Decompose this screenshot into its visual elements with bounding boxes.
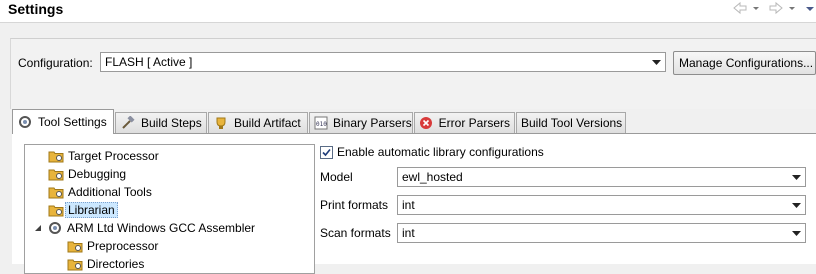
tab-build-steps[interactable]: Build Steps xyxy=(115,112,207,133)
configuration-value: FLASH [ Active ] xyxy=(105,55,193,69)
configuration-label: Configuration: xyxy=(18,56,93,70)
gears-icon xyxy=(17,114,33,130)
gears-icon xyxy=(49,222,61,234)
view-menu-icon xyxy=(806,7,814,11)
settings-tabs: Tool Settings Build Steps Build Artifact… xyxy=(12,109,816,134)
back-button[interactable] xyxy=(732,0,748,16)
folder-gear-icon xyxy=(48,205,64,217)
tree-item-label: Directories xyxy=(87,257,145,271)
model-select[interactable]: ewl_hosted xyxy=(397,167,806,187)
enable-library-config-row: Enable automatic library configurations xyxy=(320,145,544,159)
tree-item-label: Target Processor xyxy=(68,149,159,163)
manage-configurations-button[interactable]: Manage Configurations... xyxy=(673,51,816,75)
tab-label: Build Steps xyxy=(141,116,202,130)
chevron-down-icon xyxy=(792,175,801,180)
folder-gear-icon xyxy=(48,151,64,163)
back-history-dropdown[interactable] xyxy=(752,0,760,16)
tree-item-label: ARM Ltd Windows GCC Assembler xyxy=(67,221,256,235)
forward-arrow-icon xyxy=(769,1,783,15)
tab-label: Build Artifact xyxy=(234,116,301,130)
forward-button[interactable] xyxy=(768,0,784,16)
tree-item-label: Additional Tools xyxy=(68,185,152,199)
hammer-icon xyxy=(120,115,136,131)
expanded-triangle-icon[interactable] xyxy=(33,223,43,233)
enable-library-config-label: Enable automatic library configurations xyxy=(337,145,544,159)
print-formats-select[interactable]: int xyxy=(397,195,806,215)
tab-label: Tool Settings xyxy=(38,115,107,129)
scan-formats-select[interactable]: int xyxy=(397,223,806,243)
scan-formats-value: int xyxy=(402,226,415,240)
folder-gear-icon xyxy=(48,187,64,199)
tab-label: Build Tool Versions xyxy=(521,116,623,130)
tree-item-directories[interactable]: Directories xyxy=(67,255,144,273)
scan-formats-label: Scan formats xyxy=(320,226,391,240)
chevron-down-icon xyxy=(652,60,661,65)
page-title: Settings xyxy=(8,1,64,17)
chevron-down-icon xyxy=(753,7,759,10)
folder-gear-icon xyxy=(48,169,64,181)
tab-error-parsers[interactable]: Error Parsers xyxy=(414,112,515,133)
model-label: Model xyxy=(320,170,353,184)
model-value: ewl_hosted xyxy=(402,170,463,184)
checkmark-icon xyxy=(322,148,331,156)
tree-item-label: Debugging xyxy=(68,167,127,181)
tab-label: Error Parsers xyxy=(438,116,510,130)
tab-binary-parsers[interactable]: 010 Binary Parsers xyxy=(309,112,413,133)
forward-history-dropdown[interactable] xyxy=(788,0,796,16)
tree-item-arm-assembler[interactable]: ARM Ltd Windows GCC Assembler xyxy=(33,219,255,237)
binary-icon: 010 xyxy=(314,115,328,131)
chevron-down-icon xyxy=(792,203,801,208)
chevron-down-icon xyxy=(789,7,795,10)
tree-item-label: Librarian xyxy=(65,202,118,218)
enable-library-config-checkbox[interactable] xyxy=(320,145,333,159)
configuration-select[interactable]: FLASH [ Active ] xyxy=(100,52,666,72)
tab-build-artifact[interactable]: Build Artifact xyxy=(208,112,308,133)
view-menu-button[interactable] xyxy=(804,0,816,16)
folder-gear-icon xyxy=(67,259,83,271)
tab-build-tool-versions[interactable]: Build Tool Versions xyxy=(516,112,626,133)
tree-item-label: Preprocessor xyxy=(87,239,159,253)
tree-item-debugging[interactable]: Debugging xyxy=(48,165,126,183)
tab-tool-settings[interactable]: Tool Settings xyxy=(12,109,114,134)
view-title-bar: Settings xyxy=(0,0,816,23)
tool-tree: Target Processor Debugging Additional To… xyxy=(24,144,315,274)
back-arrow-icon xyxy=(733,1,747,15)
tree-item-additional-tools[interactable]: Additional Tools xyxy=(48,183,152,201)
artifact-icon xyxy=(213,115,229,131)
tree-item-preprocessor[interactable]: Preprocessor xyxy=(67,237,158,255)
print-formats-value: int xyxy=(402,198,415,212)
tab-label: Binary Parsers xyxy=(333,116,412,130)
tree-item-librarian[interactable]: Librarian xyxy=(48,201,118,219)
tree-item-target-processor[interactable]: Target Processor xyxy=(48,147,159,165)
print-formats-label: Print formats xyxy=(320,198,389,212)
folder-gear-icon xyxy=(67,241,83,253)
chevron-down-icon xyxy=(792,231,801,236)
error-icon xyxy=(419,115,434,131)
svg-text:010: 010 xyxy=(316,121,327,128)
